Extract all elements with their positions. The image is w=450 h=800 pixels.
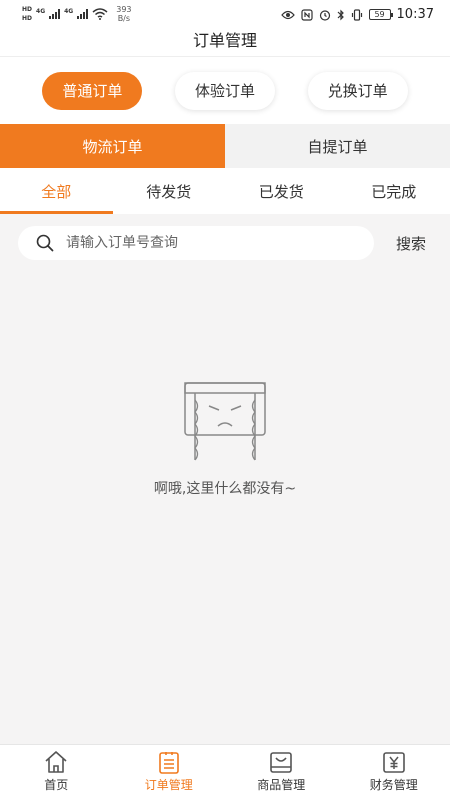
search-bar: 搜索 [0, 214, 450, 272]
nfc-icon [300, 8, 313, 21]
page-title: 订单管理 [0, 30, 450, 56]
order-type-normal-button[interactable]: 普通订单 [42, 71, 143, 110]
signal-icon [77, 9, 89, 19]
tab-pickup-orders[interactable]: 自提订单 [225, 124, 450, 168]
nav-order-management-label: 订单管理 [144, 778, 193, 792]
signal-icon [49, 9, 61, 19]
status-tabs: 全部 待发货 已发货 已完成 [0, 168, 450, 214]
clock: 10:37 [396, 7, 434, 22]
order-list-icon [158, 752, 179, 774]
bottom-nav: 首页 订单管理 商品管理 财务管理 [0, 744, 450, 800]
tab-completed[interactable]: 已完成 [338, 168, 450, 214]
network-type: 4G [64, 7, 74, 15]
nav-product-management-label: 商品管理 [257, 778, 306, 792]
home-icon [45, 751, 67, 773]
search-button[interactable]: 搜索 [396, 233, 426, 254]
wifi-icon [92, 8, 108, 20]
nav-home[interactable]: 首页 [0, 745, 113, 800]
search-box[interactable] [18, 226, 374, 260]
product-box-icon [270, 752, 293, 773]
crying-face-icon [184, 382, 266, 461]
tab-shipped[interactable]: 已发货 [225, 168, 338, 214]
nav-finance-management[interactable]: 财务管理 [338, 745, 450, 800]
order-type-exchange-button[interactable]: 兑换订单 [307, 71, 408, 110]
delivery-tabs: 物流订单 自提订单 [0, 124, 450, 168]
hd-indicator: HD [22, 6, 33, 13]
empty-message: 啊哦,这里什么都没有~ [153, 481, 297, 497]
battery-icon: 59 [368, 9, 393, 20]
network-type: 4G [36, 7, 46, 15]
tab-pending-shipment[interactable]: 待发货 [113, 168, 226, 214]
order-type-trial-button[interactable]: 体验订单 [174, 71, 275, 110]
alarm-icon [319, 9, 330, 21]
network-speed: 393 B/s [116, 5, 132, 23]
nav-product-management[interactable]: 商品管理 [225, 745, 338, 800]
vibrate-icon [351, 8, 362, 21]
eye-icon [280, 10, 295, 19]
finance-yen-icon [382, 752, 405, 773]
search-icon [36, 234, 54, 252]
empty-state: 啊哦,这里什么都没有~ [0, 380, 450, 498]
bluetooth-icon [337, 9, 344, 20]
hd-indicator: HD [22, 15, 33, 22]
search-input[interactable] [66, 235, 326, 251]
nav-finance-management-label: 财务管理 [369, 778, 418, 792]
order-type-tabs: 普通订单 体验订单 兑换订单 [0, 56, 450, 124]
status-bar: HD HD 4G 4G 393 B/s 59 10:37 [0, 0, 450, 30]
nav-order-management[interactable]: 订单管理 [113, 745, 226, 800]
nav-home-label: 首页 [44, 778, 69, 792]
tab-all[interactable]: 全部 [0, 168, 113, 214]
tab-logistics-orders[interactable]: 物流订单 [0, 124, 225, 168]
